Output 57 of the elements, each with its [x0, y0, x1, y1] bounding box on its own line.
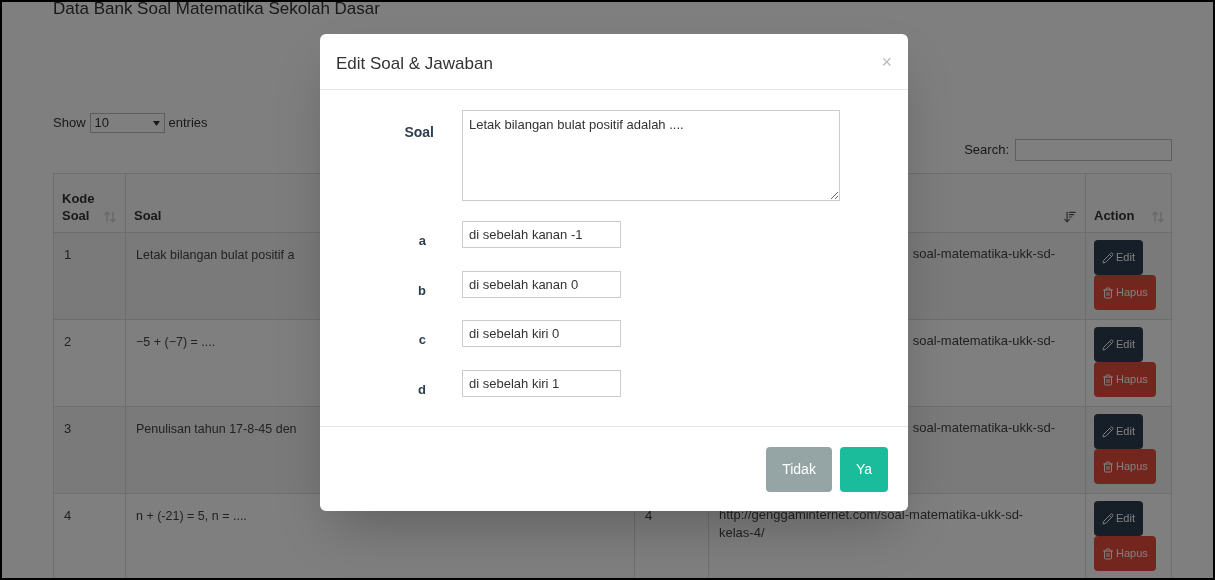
link-cell: soal-matematika-ukk-sd- [912, 332, 1055, 350]
trash-icon [1102, 286, 1114, 299]
delete-button[interactable]: Hapus [1094, 362, 1156, 397]
field-label: d [417, 380, 427, 399]
answer-input[interactable]: di sebelah kanan 0 [462, 270, 621, 298]
table-cell: 1 [64, 247, 72, 262]
dialog-title: Edit Soal & Jawaban [336, 52, 493, 75]
trash-icon [1102, 547, 1114, 560]
column-title: Soal [134, 207, 162, 224]
sort-ascending-icon[interactable] [1063, 210, 1077, 224]
field-label: b [417, 281, 427, 300]
sort-icon[interactable] [103, 210, 117, 224]
table-cell: 2 [64, 334, 72, 349]
answer-input[interactable]: di sebelah kanan -1 [462, 221, 621, 248]
search-label: Search: [964, 141, 1009, 160]
delete-button[interactable]: Hapus [1094, 536, 1156, 571]
answer-input[interactable]: di sebelah kiri 1 [462, 369, 621, 397]
entries-select[interactable]: 10 [89, 113, 165, 133]
edit-button[interactable]: Edit [1094, 501, 1143, 536]
trash-icon [1102, 373, 1114, 386]
entries-label: entries [168, 114, 208, 133]
answer-input[interactable]: di sebelah kiri 0 [462, 320, 621, 347]
table-cell: 4 [645, 508, 653, 523]
pencil-icon [1102, 512, 1114, 525]
table-cell: n + (-21) = 5, n = .... [136, 509, 247, 523]
field-label: c [417, 331, 427, 349]
table-cell: −5 + (−7) = .... [136, 335, 216, 349]
column-title: Action [1094, 207, 1135, 224]
trash-icon [1102, 460, 1114, 473]
field-label: a [417, 232, 427, 250]
link-cell: soal-matematika-ukk-sd- [912, 245, 1055, 263]
caret-icon [152, 120, 160, 126]
table-cell: Penulisan tahun 17-8-45 den [136, 422, 297, 436]
table-cell: Letak bilangan bulat positif a [136, 248, 295, 262]
column-title: Kode Soal [62, 190, 96, 224]
pencil-icon [1102, 425, 1114, 438]
show-label: Show [53, 114, 86, 133]
field-label: Soal [403, 123, 434, 142]
sort-icon[interactable] [1151, 210, 1165, 224]
dialog-button[interactable]: Ya [839, 447, 888, 492]
table-cell: 3 [64, 421, 72, 436]
page-title: Data Bank Soal Matematika Sekolah Dasar [53, 2, 381, 20]
delete-button[interactable]: Hapus [1094, 275, 1156, 310]
column-header[interactable]: Action [1086, 174, 1173, 232]
column-header[interactable]: Kode Soal [54, 174, 126, 232]
edit-button[interactable]: Edit [1094, 414, 1143, 449]
link-cell: soal-matematika-ukk-sd- [912, 419, 1055, 437]
pencil-icon [1102, 251, 1114, 264]
question-textarea[interactable]: Letak bilangan bulat positif adalah .... [462, 110, 840, 201]
delete-button[interactable]: Hapus [1094, 449, 1156, 484]
edit-button[interactable]: Edit [1094, 240, 1143, 275]
dialog-button[interactable]: Tidak [766, 447, 832, 492]
table-cell: 4 [64, 508, 72, 523]
edit-button[interactable]: Edit [1094, 327, 1143, 362]
search-field[interactable] [1015, 139, 1172, 161]
pencil-icon [1102, 338, 1114, 351]
link-cell-text: http://genggaminternet.com/soal-matematika-ukk-sd-kelas-4/ [719, 506, 1025, 542]
